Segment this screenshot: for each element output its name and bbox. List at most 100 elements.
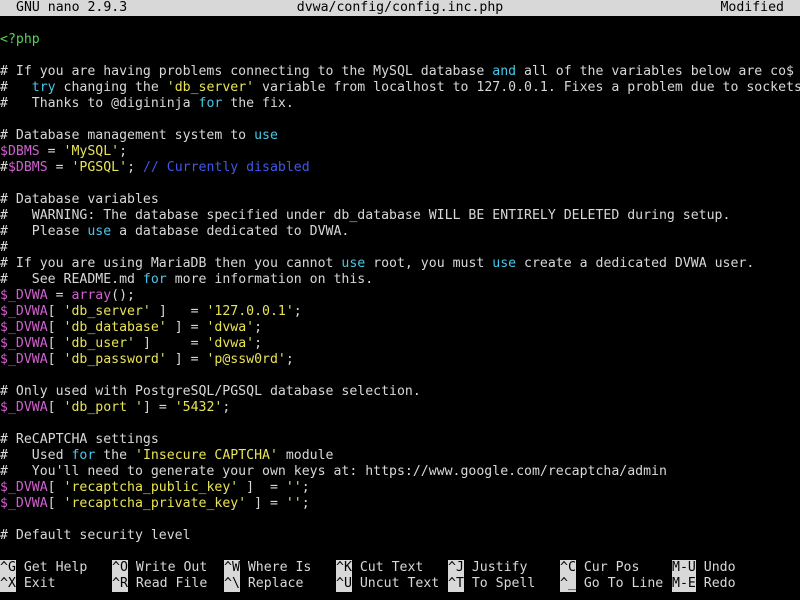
code-token: 'dvwa' (206, 336, 255, 351)
code-line[interactable]: # (0, 240, 800, 256)
shortcut-item[interactable]: ^T To Spell (448, 576, 535, 592)
code-token: ; (254, 336, 263, 351)
shortcut-item[interactable]: M-U Undo (672, 560, 736, 576)
shortcut-label: Exit (15, 576, 56, 591)
code-line[interactable]: $_DVWA[ 'db_password' ] = 'p@ssw0rd'; (0, 352, 800, 368)
shortcut-item[interactable]: ^R Read File (112, 576, 207, 592)
code-line[interactable]: $_DVWA = array(); (0, 288, 800, 304)
code-token: try (31, 80, 56, 95)
shortcut-key: ^O (112, 560, 128, 576)
code-token: 'PGSQL' (71, 160, 128, 175)
shortcut-item[interactable]: M-E Redo (672, 576, 736, 592)
code-token: ] = (150, 304, 207, 319)
code-line[interactable] (0, 48, 800, 64)
shortcut-label: Uncut Text (351, 576, 440, 591)
shortcut-key: ^G (0, 560, 16, 576)
code-line[interactable]: # Please use a database dedicated to DVW… (0, 224, 800, 240)
code-line[interactable] (0, 416, 800, 432)
code-token: the (95, 448, 135, 463)
code-line[interactable]: # Database management system to use (0, 128, 800, 144)
code-line[interactable]: $_DVWA[ 'db_user' ] = 'dvwa'; (0, 336, 800, 352)
code-token: 'db_database' (63, 320, 167, 335)
shortcut-label: Redo (695, 576, 736, 591)
code-line[interactable]: $_DVWA[ 'db_port '] = '5432'; (0, 400, 800, 416)
shortcut-item[interactable]: ^W Where Is (224, 560, 311, 576)
code-line[interactable]: #$DBMS = 'PGSQL'; // Currently disabled (0, 160, 800, 176)
shortcut-item[interactable]: ^U Uncut Text (336, 576, 439, 592)
code-line[interactable]: $_DVWA[ 'db_database' ] = 'dvwa'; (0, 320, 800, 336)
code-line[interactable]: <?php (0, 32, 800, 48)
code-line[interactable]: # try changing the 'db_server' variable … (0, 80, 800, 96)
code-token: use (87, 224, 112, 239)
code-token: # (0, 160, 8, 175)
code-token: $_DVWA (0, 320, 48, 335)
code-token: ; (285, 352, 294, 367)
shortcut-item[interactable]: ^J Justify (448, 560, 527, 576)
code-line[interactable]: # ReCAPTCHA settings (0, 432, 800, 448)
shortcut-item[interactable]: ^C Cur Pos (560, 560, 639, 576)
modified-status: Modified (720, 0, 784, 15)
code-token: $_DVWA (0, 400, 48, 415)
code-token: [ (47, 400, 64, 415)
code-token: ] = (246, 496, 286, 511)
code-token: root, you must (365, 256, 493, 271)
code-line[interactable]: # If you are using MariaDB then you cann… (0, 256, 800, 272)
shortcut-item[interactable]: ^_ Go To Line (560, 576, 663, 592)
shortcut-label: Where Is (239, 560, 312, 575)
code-token: # If you are having problems connecting … (0, 64, 493, 79)
code-token: <?php (0, 32, 40, 47)
code-token: changing the (55, 80, 167, 95)
code-token: [ (47, 304, 64, 319)
code-token: [ (47, 336, 64, 351)
code-token: more information on this. (166, 272, 374, 287)
shortcut-key: ^\ (224, 576, 240, 592)
code-line[interactable]: # Default security level (0, 528, 800, 544)
shortcut-item[interactable]: ^K Cut Text (336, 560, 423, 576)
code-line[interactable] (0, 368, 800, 384)
code-line[interactable] (0, 176, 800, 192)
code-line[interactable]: # You'll need to generate your own keys … (0, 464, 800, 480)
code-line[interactable]: # Database variables (0, 192, 800, 208)
shortcut-item[interactable]: ^G Get Help (0, 560, 87, 576)
code-line[interactable]: # Thanks to @digininja for the fix. (0, 96, 800, 112)
code-token: $_DVWA (0, 336, 48, 351)
code-token: ] = (166, 320, 207, 335)
code-token: module (277, 448, 334, 463)
code-token: 'dvwa' (206, 320, 255, 335)
shortcut-key: ^C (560, 560, 576, 576)
shortcut-item[interactable]: ^X Exit (0, 576, 56, 592)
code-line[interactable]: # Used for the 'Insecure CAPTCHA' module (0, 448, 800, 464)
shortcut-key: ^K (336, 560, 352, 576)
code-line[interactable]: $DBMS = 'MySQL'; (0, 144, 800, 160)
code-line[interactable] (0, 512, 800, 528)
code-token: 'db_port ' (63, 400, 143, 415)
code-token: ; (127, 160, 143, 175)
code-line[interactable] (0, 112, 800, 128)
code-line[interactable]: # If you are having problems connecting … (0, 64, 800, 80)
code-token: # Only used with PostgreSQL/PGSQL databa… (0, 384, 421, 399)
code-token: 'MySQL' (63, 144, 120, 159)
code-token: use (492, 256, 517, 271)
code-line[interactable]: # WARNING: The database specified under … (0, 208, 800, 224)
code-line[interactable]: # See README.md for more information on … (0, 272, 800, 288)
code-token: 'db_server' (63, 304, 151, 319)
shortcut-label: Cut Text (351, 560, 424, 575)
code-token: 'db_password' (63, 352, 167, 367)
code-token: 'Insecure CAPTCHA' (135, 448, 278, 463)
code-line[interactable]: # Only used with PostgreSQL/PGSQL databa… (0, 384, 800, 400)
shortcut-key: ^J (448, 560, 464, 576)
shortcut-item[interactable]: ^\ Replace (224, 576, 303, 592)
code-token: ] = (238, 480, 286, 495)
code-token: ; (222, 400, 231, 415)
code-token: # Database management system to (0, 128, 255, 143)
code-line[interactable]: $_DVWA[ 'db_server' ] = '127.0.0.1'; (0, 304, 800, 320)
shortcut-item[interactable]: ^O Write Out (112, 560, 207, 576)
code-line[interactable]: $_DVWA[ 'recaptcha_private_key' ] = ''; (0, 496, 800, 512)
code-token: = (47, 160, 72, 175)
code-token: [ (47, 352, 64, 367)
code-token: '127.0.0.1' (206, 304, 294, 319)
code-line[interactable]: $_DVWA[ 'recaptcha_public_key' ] = ''; (0, 480, 800, 496)
shortcut-label: To Spell (463, 576, 536, 591)
editor-buffer[interactable]: <?php # If you are having problems connec… (0, 32, 800, 544)
code-token: for (71, 448, 96, 463)
